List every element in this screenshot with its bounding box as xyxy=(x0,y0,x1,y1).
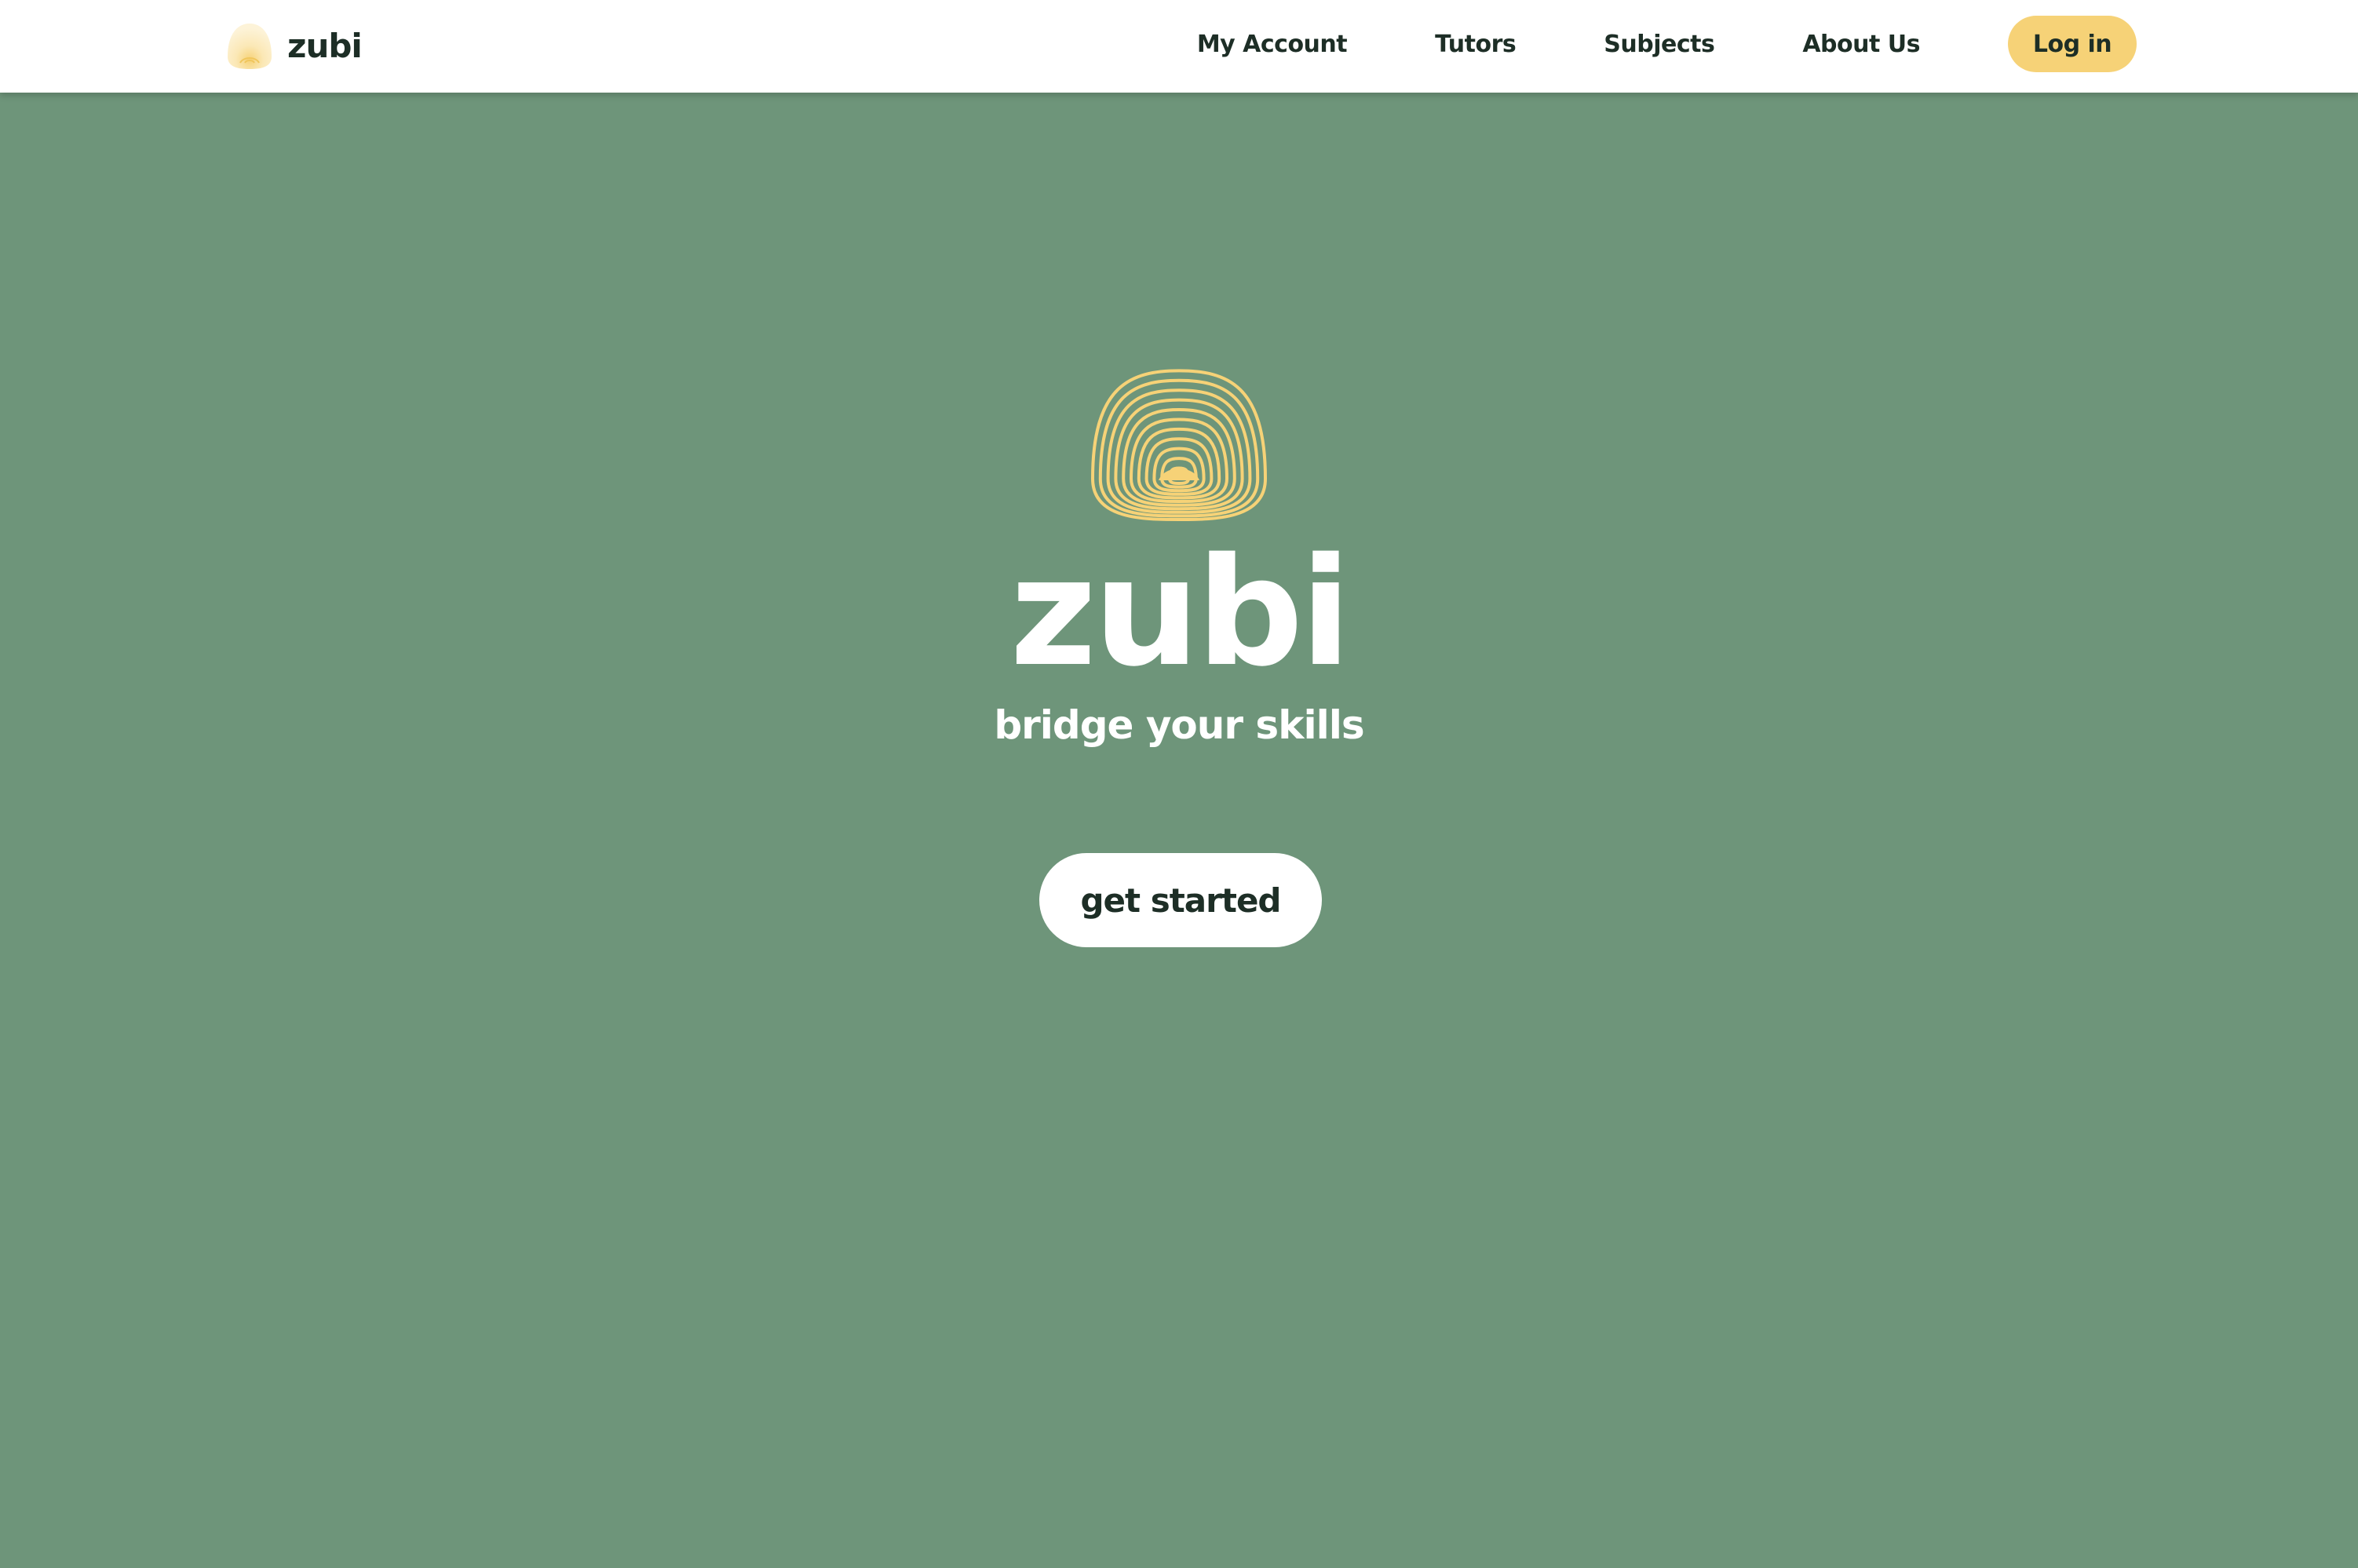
main-nav: My Account Tutors Subjects About Us Log … xyxy=(1197,16,2137,72)
nav-link-subjects[interactable]: Subjects xyxy=(1604,31,1715,58)
hero-section: zubi bridge your skills get started xyxy=(0,93,2358,1568)
login-button[interactable]: Log in xyxy=(2008,16,2137,72)
get-started-button[interactable]: get started xyxy=(1039,853,1322,947)
zubi-rainbow-logo-icon xyxy=(1090,369,1268,522)
nav-link-my-account[interactable]: My Account xyxy=(1197,31,1348,58)
hero-tagline: bridge your skills xyxy=(994,702,1364,748)
brand-name: zubi xyxy=(287,26,363,65)
top-navigation-bar: zubi My Account Tutors Subjects About Us… xyxy=(0,0,2358,93)
zubi-logo-icon xyxy=(228,24,272,69)
brand-home-link[interactable]: zubi xyxy=(224,20,363,71)
nav-link-about-us[interactable]: About Us xyxy=(1802,31,1920,58)
nav-link-tutors[interactable]: Tutors xyxy=(1435,31,1517,58)
hero-title: zubi xyxy=(1009,526,1352,699)
